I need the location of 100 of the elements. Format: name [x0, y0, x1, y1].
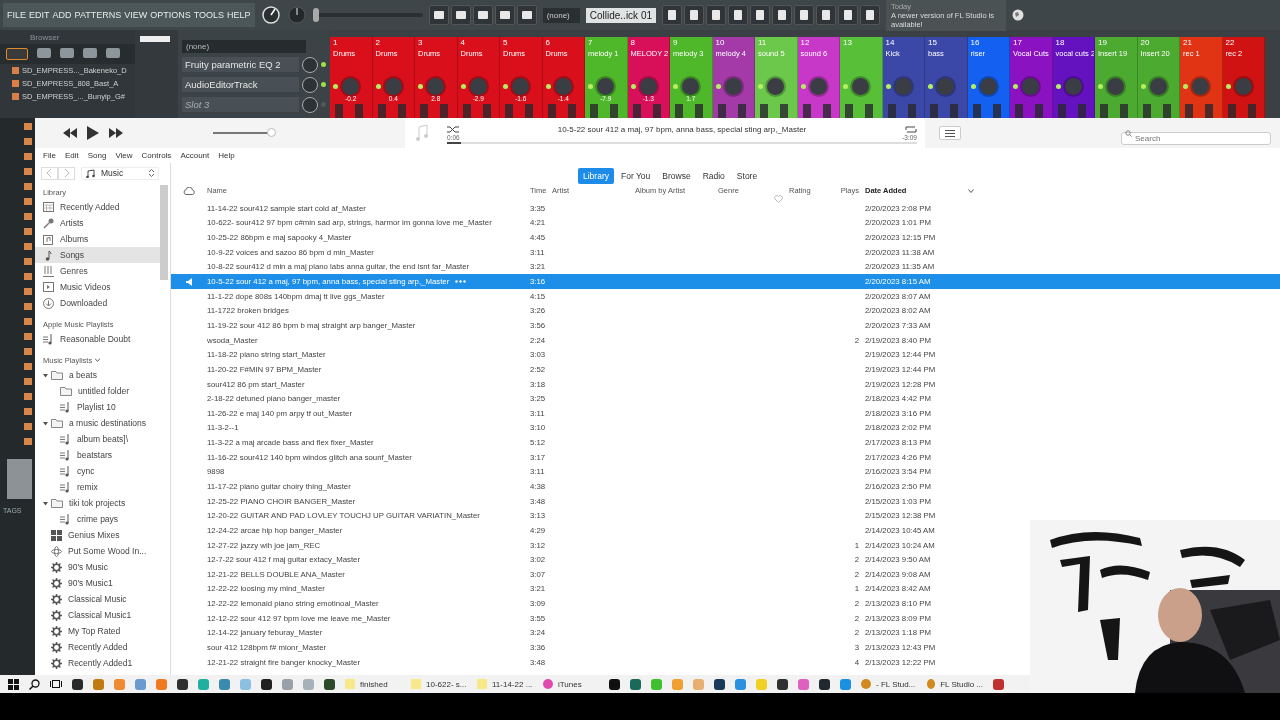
fader-track[interactable] [1162, 104, 1171, 118]
pan-knob-icon[interactable] [724, 78, 742, 95]
fader-track[interactable] [930, 104, 938, 118]
pan-knob-icon[interactable] [1192, 78, 1209, 95]
pan-knob-icon[interactable] [682, 78, 699, 95]
fader-track[interactable] [780, 104, 788, 118]
up-next-button[interactable] [939, 126, 961, 140]
taskbar-window[interactable]: iTunes [543, 679, 599, 689]
toolbar-button[interactable] [860, 5, 880, 25]
fader-track[interactable] [760, 104, 768, 118]
more-icon[interactable] [455, 280, 467, 283]
menu-item[interactable]: Song [87, 151, 107, 160]
pan-knob-icon[interactable] [427, 78, 444, 95]
back-button[interactable] [41, 166, 58, 180]
taskbar-window[interactable]: - FL Stud... [861, 679, 917, 689]
taskbar-window[interactable]: FL Studio ... [927, 679, 983, 689]
led-icon[interactable] [715, 84, 721, 89]
fader-track[interactable] [1227, 104, 1236, 118]
toolbar-button[interactable] [772, 5, 792, 25]
pattern-name-field[interactable]: Collide..ick 01 [585, 7, 656, 23]
sidebar-item[interactable]: tiki tok projects [35, 495, 160, 511]
fader-track[interactable] [972, 104, 981, 118]
sidebar-item[interactable]: untitled folder [35, 383, 160, 399]
app-icon[interactable] [777, 678, 788, 690]
pan-knob-icon[interactable] [342, 78, 359, 95]
task-view-icon[interactable] [50, 679, 62, 689]
led-icon[interactable] [970, 84, 976, 89]
media-picker[interactable]: Music [81, 166, 159, 180]
effect-slot[interactable]: AudioEditorTrack [182, 77, 299, 92]
fader-track[interactable] [675, 104, 683, 118]
sidebar-item[interactable]: beatstars [35, 447, 160, 463]
fader-track[interactable] [652, 104, 661, 118]
tab[interactable]: For You [616, 167, 656, 184]
fader-track[interactable] [335, 104, 343, 118]
pan-knob-icon[interactable] [852, 78, 869, 95]
sidebar-item[interactable]: Music Videos [35, 279, 160, 295]
toolbar-button[interactable] [516, 5, 537, 25]
app-icon[interactable] [819, 678, 830, 690]
pan-knob-icon[interactable] [1149, 78, 1167, 95]
repeat-icon[interactable] [905, 124, 917, 134]
sidebar-item[interactable]: remix [35, 479, 160, 495]
toolbar-button[interactable] [662, 5, 682, 25]
fader-track[interactable] [610, 104, 618, 118]
pattern-dropdown[interactable]: (none) [542, 7, 580, 23]
fader-track[interactable] [1035, 104, 1043, 118]
pan-knob-icon[interactable] [597, 78, 614, 95]
triangle-down-icon[interactable] [43, 372, 48, 378]
pan-knob-icon[interactable] [979, 78, 997, 95]
toolbar-button[interactable] [838, 5, 858, 25]
toolbar-button[interactable] [684, 5, 704, 25]
menu-item[interactable]: Edit [64, 151, 79, 160]
menu-item[interactable]: View [115, 151, 133, 160]
play-icon[interactable] [87, 126, 99, 140]
sidebar-item[interactable]: a music destinations [35, 415, 160, 431]
fader-track[interactable] [1205, 104, 1213, 118]
sidebar-item[interactable]: Classical Music1 [35, 607, 160, 623]
sidebar-item[interactable]: Songs [35, 247, 160, 263]
pan-knob-icon[interactable] [639, 78, 657, 95]
fader-track[interactable] [1057, 104, 1066, 118]
menu-item[interactable]: ADD [52, 10, 72, 20]
fader-track[interactable] [420, 104, 428, 118]
master-pitch-slider[interactable] [312, 8, 423, 22]
fader-track[interactable] [377, 104, 386, 118]
sort-caret-icon[interactable] [968, 188, 975, 193]
taskbar-window[interactable]: 11-14-22 ... [477, 679, 533, 689]
app-icon[interactable] [609, 678, 620, 690]
led-icon[interactable] [503, 84, 508, 89]
knob-icon[interactable] [286, 5, 307, 25]
mix-knob-icon[interactable] [302, 76, 318, 93]
heart-icon[interactable] [774, 195, 783, 203]
taskbar-window[interactable]: 10-622- s... [411, 679, 467, 689]
fader-track[interactable] [567, 104, 576, 118]
sidebar-item[interactable]: Artists [35, 215, 160, 231]
menu-item[interactable]: Account [180, 151, 210, 160]
menu-item[interactable]: FILE [7, 10, 26, 20]
led-icon[interactable] [321, 62, 326, 67]
tab[interactable]: Browse [657, 167, 696, 184]
led-icon[interactable] [333, 84, 338, 89]
fader-track[interactable] [737, 104, 746, 118]
sidebar-item[interactable]: Reasonable Doubt [35, 331, 160, 347]
sidebar-item[interactable]: Recently Added [35, 199, 160, 215]
fader-track[interactable] [505, 104, 513, 118]
fader-track[interactable] [992, 104, 1001, 118]
fader-track[interactable] [887, 104, 896, 118]
fader-track[interactable] [1142, 104, 1151, 118]
effect-slot[interactable]: Slot 3 [182, 97, 299, 112]
pan-knob-icon[interactable] [384, 78, 402, 95]
tab[interactable]: Radio [697, 167, 730, 184]
toolbar-button[interactable] [728, 5, 748, 25]
fader-track[interactable] [845, 104, 853, 118]
fader-track[interactable] [525, 104, 533, 118]
led-icon[interactable] [321, 82, 326, 87]
toolbar-button[interactable] [450, 5, 471, 25]
toolbar-button[interactable] [472, 5, 493, 25]
knob-icon[interactable] [260, 5, 281, 25]
menu-item[interactable]: VIEW [124, 10, 148, 20]
menu-item[interactable]: OPTIONS [150, 10, 191, 20]
led-icon[interactable] [545, 84, 551, 89]
fader-track[interactable] [1247, 104, 1256, 118]
led-icon[interactable] [1055, 84, 1061, 89]
